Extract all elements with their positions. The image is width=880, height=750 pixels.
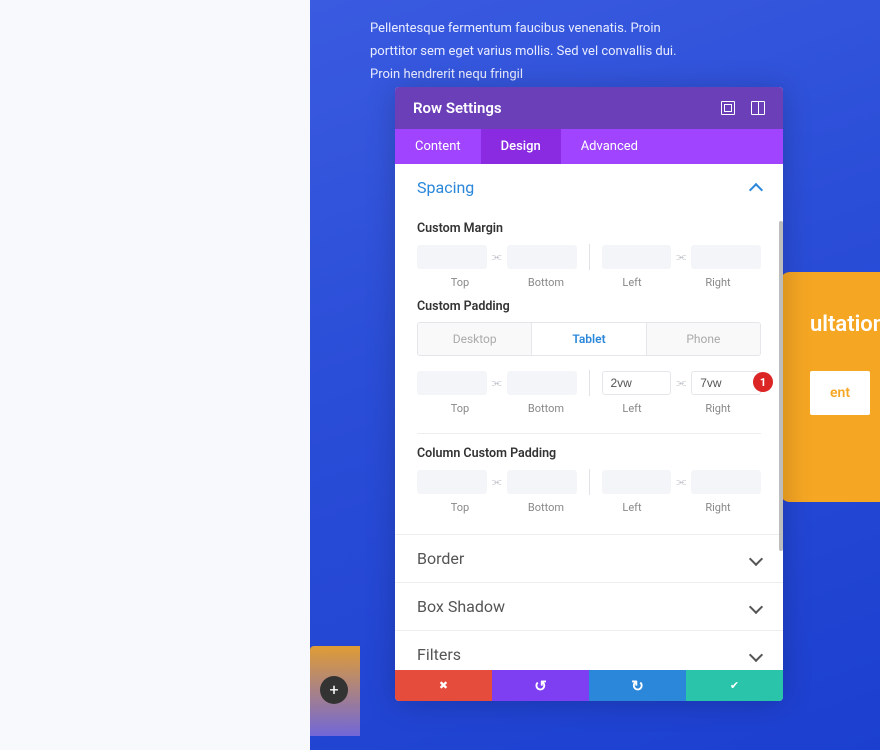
snap-panel-icon[interactable] — [751, 101, 765, 115]
link-icon[interactable]: ⫘ — [671, 475, 691, 489]
link-icon[interactable]: ⫘ — [671, 250, 691, 264]
cancel-button[interactable] — [395, 670, 492, 701]
section-filters-title: Filters — [417, 645, 461, 664]
add-module-button[interactable]: + — [320, 676, 348, 704]
sub-right: Right — [675, 501, 761, 514]
section-filters-header[interactable]: Filters — [395, 631, 783, 670]
padding-top-input[interactable] — [417, 371, 487, 395]
sub-left: Left — [589, 276, 675, 289]
chevron-down-icon — [749, 599, 763, 613]
custom-padding-row: 1 ⫘ ⫘ — [417, 370, 761, 396]
section-spacing-header[interactable]: Spacing — [395, 164, 783, 211]
device-desktop[interactable]: Desktop — [418, 323, 531, 355]
close-icon — [439, 678, 448, 693]
custom-margin-row: ⫘ ⫘ — [417, 244, 761, 270]
sub-bottom: Bottom — [503, 402, 589, 415]
margin-left-input[interactable] — [602, 245, 672, 269]
device-tabs: Desktop Tablet Phone — [417, 322, 761, 356]
link-icon[interactable]: ⫘ — [487, 250, 507, 264]
save-button[interactable] — [686, 670, 783, 701]
sub-left: Left — [589, 402, 675, 415]
cta-title: ultation — [810, 312, 880, 337]
column-padding-row: ⫘ ⫘ — [417, 469, 761, 495]
section-boxshadow-header[interactable]: Box Shadow — [395, 583, 783, 630]
sub-top: Top — [417, 501, 503, 514]
cta-button[interactable]: ent — [810, 371, 870, 415]
section-boxshadow-title: Box Shadow — [417, 597, 505, 616]
check-icon — [730, 678, 739, 693]
link-icon[interactable]: ⫘ — [487, 475, 507, 489]
hero-paragraph: Pellentesque fermentum faucibus venenati… — [370, 18, 690, 86]
link-icon[interactable]: ⫘ — [671, 376, 691, 390]
custom-padding-label: Custom Padding — [417, 299, 761, 314]
chevron-up-icon — [749, 182, 763, 196]
scrollbar-thumb[interactable] — [779, 221, 783, 551]
section-spacing-title: Spacing — [417, 178, 474, 197]
redo-icon — [631, 677, 644, 695]
divider — [589, 244, 590, 270]
padding-right-input[interactable] — [691, 371, 761, 395]
device-phone[interactable]: Phone — [647, 323, 760, 355]
redo-button[interactable] — [589, 670, 686, 701]
undo-icon — [534, 677, 547, 695]
sub-top: Top — [417, 276, 503, 289]
expand-icon[interactable] — [721, 101, 735, 115]
sub-right: Right — [675, 276, 761, 289]
chevron-down-icon — [749, 551, 763, 565]
section-border-header[interactable]: Border — [395, 535, 783, 582]
page-left-gutter — [0, 0, 310, 750]
margin-bottom-input[interactable] — [507, 245, 577, 269]
link-icon[interactable]: ⫘ — [487, 376, 507, 390]
margin-right-input[interactable] — [691, 245, 761, 269]
tab-content[interactable]: Content — [395, 129, 481, 164]
divider — [589, 370, 590, 396]
device-tablet[interactable]: Tablet — [531, 323, 646, 355]
sub-left: Left — [589, 501, 675, 514]
section-divider — [417, 433, 761, 434]
modal-title: Row Settings — [413, 99, 502, 117]
row-settings-modal: Row Settings Content Design Advanced Spa… — [395, 87, 783, 701]
col-padding-left-input[interactable] — [602, 470, 672, 494]
col-padding-right-input[interactable] — [691, 470, 761, 494]
sub-bottom: Bottom — [503, 501, 589, 514]
divider — [589, 469, 590, 495]
sub-bottom: Bottom — [503, 276, 589, 289]
padding-left-input[interactable] — [602, 371, 672, 395]
tab-design[interactable]: Design — [481, 129, 561, 164]
margin-top-input[interactable] — [417, 245, 487, 269]
cta-card: ultation ent — [780, 272, 880, 502]
modal-footer — [395, 670, 783, 701]
modal-tabs: Content Design Advanced — [395, 129, 783, 164]
col-padding-top-input[interactable] — [417, 470, 487, 494]
column-padding-label: Column Custom Padding — [417, 446, 761, 461]
chevron-down-icon — [749, 647, 763, 661]
step-badge-1: 1 — [753, 372, 773, 392]
tab-advanced[interactable]: Advanced — [561, 129, 658, 164]
custom-margin-label: Custom Margin — [417, 221, 761, 236]
undo-button[interactable] — [492, 670, 589, 701]
modal-header: Row Settings — [395, 87, 783, 129]
padding-bottom-input[interactable] — [507, 371, 577, 395]
col-padding-bottom-input[interactable] — [507, 470, 577, 494]
modal-body[interactable]: Spacing Custom Margin ⫘ ⫘ — [395, 164, 783, 670]
sub-top: Top — [417, 402, 503, 415]
section-border-title: Border — [417, 549, 464, 568]
sub-right: Right — [675, 402, 761, 415]
